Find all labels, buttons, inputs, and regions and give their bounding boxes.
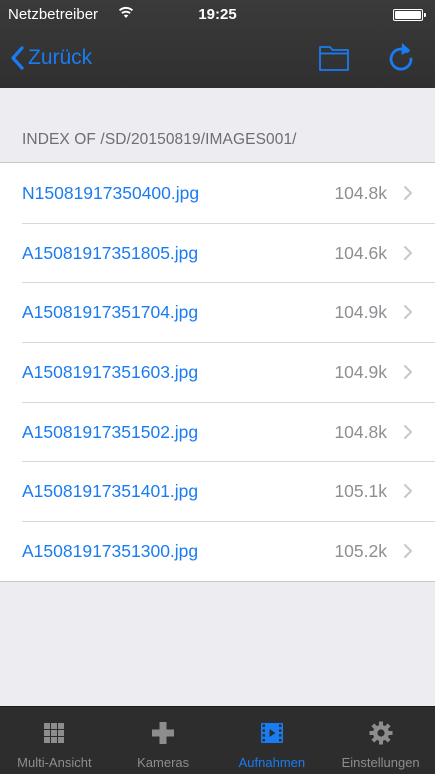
file-size: 104.8k — [334, 421, 387, 442]
folder-icon[interactable] — [318, 43, 350, 73]
file-row[interactable]: A15081917351603.jpg 104.9k — [0, 342, 435, 402]
file-row[interactable]: A15081917351401.jpg 105.1k — [0, 461, 435, 521]
tab-label: Kameras — [137, 755, 190, 770]
chevron-right-icon — [404, 186, 412, 200]
file-size: 104.8k — [334, 183, 387, 203]
file-name: A15081917351300.jpg — [22, 541, 199, 562]
film-icon — [260, 723, 283, 743]
chevron-right-icon — [404, 305, 412, 320]
file-name: A15081917351401.jpg — [22, 481, 199, 502]
navigation-bar: Zurück — [0, 30, 435, 88]
section-header: INDEX OF /SD/20150819/IMAGES001/ — [22, 131, 297, 148]
file-size: 104.9k — [334, 362, 387, 383]
file-name: A15081917351704.jpg — [22, 302, 199, 323]
file-row[interactable]: A15081917351805.jpg 104.6k — [0, 222, 435, 283]
tab-einstellungen[interactable]: Einstellungen — [326, 707, 435, 774]
tab-multi-ansicht[interactable]: Multi-Ansicht — [0, 707, 109, 774]
tab-kameras[interactable]: Kameras — [109, 707, 218, 774]
file-name: A15081917351603.jpg — [22, 362, 199, 383]
status-time: 19:25 — [198, 6, 237, 23]
tab-bar: Multi-Ansicht Kameras Aufnahmen Einstellung… — [0, 706, 435, 774]
tab-label: Aufnahmen — [238, 755, 306, 770]
chevron-right-icon — [404, 365, 412, 380]
file-size: 104.9k — [334, 302, 387, 323]
back-button[interactable]: Zurück — [10, 43, 92, 73]
gear-icon — [369, 721, 393, 745]
file-row[interactable]: A15081917351300.jpg 105.2k — [0, 521, 435, 581]
file-name: A15081917351502.jpg — [22, 421, 199, 442]
chevron-right-icon — [404, 484, 412, 499]
file-name: A15081917351805.jpg — [22, 242, 199, 263]
top-bar: Netzbetreiber 19:25 Zurück — [0, 0, 435, 88]
file-row[interactable]: N15081917350400.jpg 104.8k — [0, 163, 435, 223]
chevron-right-icon — [404, 424, 412, 439]
file-list: N15081917350400.jpg 104.8k A15081917351805… — [0, 162, 435, 582]
tab-label: Einstellungen — [341, 755, 420, 770]
battery-icon — [393, 9, 426, 21]
grid-icon — [44, 723, 65, 743]
file-size: 105.1k — [334, 481, 387, 502]
chevron-right-icon — [404, 245, 412, 260]
plus-icon — [152, 722, 175, 744]
back-label: Zurück — [28, 46, 93, 69]
file-size: 104.6k — [334, 242, 387, 263]
refresh-icon[interactable] — [386, 41, 416, 73]
chevron-right-icon — [404, 544, 412, 559]
file-row[interactable]: A15081917351502.jpg 104.8k — [0, 401, 435, 462]
status-bar: Netzbetreiber 19:25 — [0, 0, 435, 30]
file-size: 105.2k — [334, 541, 387, 562]
file-name: N15081917350400.jpg — [22, 183, 200, 203]
tab-aufnahmen[interactable]: Aufnahmen — [218, 707, 327, 774]
tab-label: Multi-Ansicht — [17, 755, 92, 770]
file-row[interactable]: A15081917351704.jpg 104.9k — [0, 282, 435, 342]
chevron-left-icon — [11, 46, 24, 70]
